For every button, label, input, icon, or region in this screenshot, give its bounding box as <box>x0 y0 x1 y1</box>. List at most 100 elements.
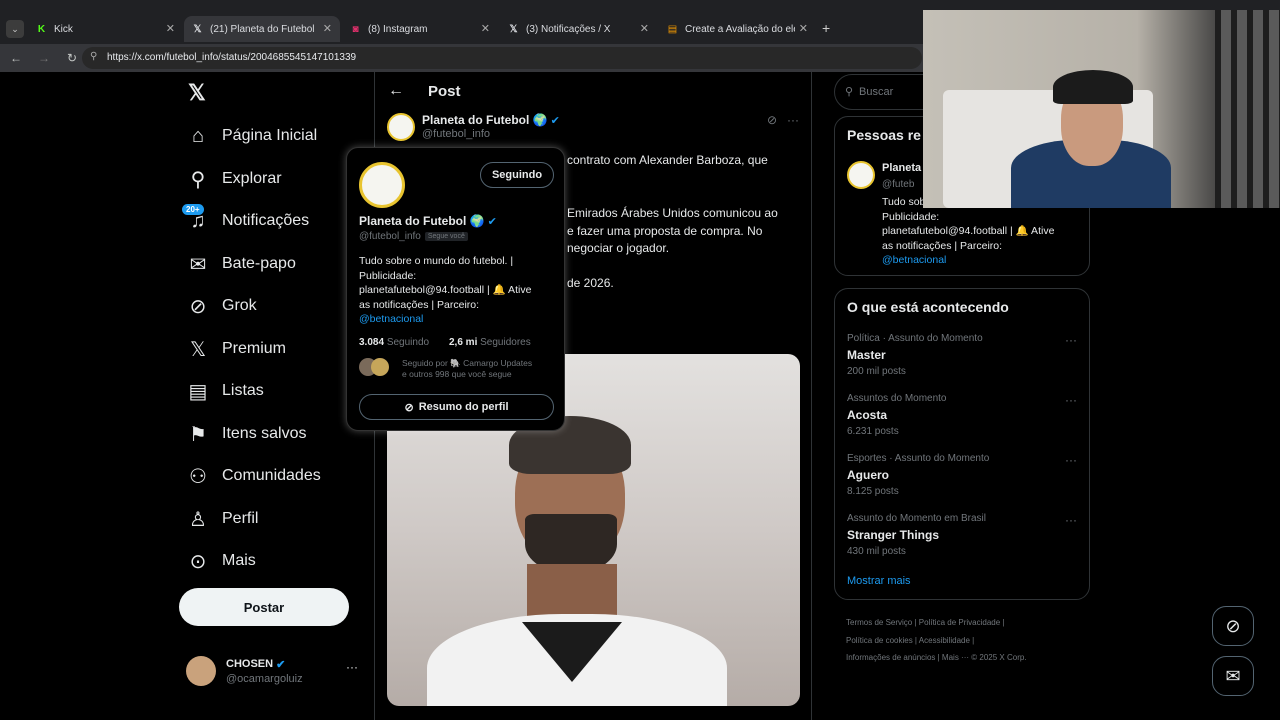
followed-by-line: Seguido por 🐘 Camargo Updates <box>402 358 533 368</box>
grok-fab-button[interactable]: ⊘ <box>1212 606 1254 646</box>
post-text-line: negociar o jogador. <box>567 241 670 255</box>
footer-link[interactable]: Política de Privacidade <box>919 618 1000 627</box>
more-dots-icon[interactable]: ··· <box>1065 393 1077 407</box>
following-button[interactable]: Seguindo <box>480 162 554 188</box>
back-arrow-icon[interactable]: ← <box>388 82 404 100</box>
window <box>1215 10 1280 208</box>
grok-icon[interactable]: ⊘ <box>767 113 777 127</box>
sidebar-item-communities[interactable]: ⚇ Comunidades <box>186 460 321 492</box>
close-tab-icon[interactable]: ✕ <box>166 22 175 35</box>
copyright: © 2025 X Corp. <box>971 653 1027 662</box>
sidebar-item-grok[interactable]: ⊘ Grok <box>186 290 257 322</box>
author-handle[interactable]: @futebol_info <box>422 128 490 140</box>
tab-kick[interactable]: K Kick ✕ <box>28 16 183 42</box>
sidebar-item-more[interactable]: ⊙ Mais <box>186 545 256 577</box>
verified-badge-icon: ✔ <box>550 114 560 127</box>
person-handle: @futeb <box>882 179 915 190</box>
sidebar-item-chat[interactable]: ✉ Bate-papo <box>186 248 296 280</box>
back-icon[interactable]: ← <box>4 51 28 65</box>
hovercard-name[interactable]: Planeta do Futebol 🌍 <box>359 214 485 228</box>
mail-icon: ✉ <box>189 253 207 276</box>
profile-summary-button[interactable]: ⊘ Resumo do perfil <box>359 394 554 420</box>
site-info-icon[interactable]: ⚲ <box>90 51 97 62</box>
post-button[interactable]: Postar <box>179 588 349 626</box>
sidebar-item-premium[interactable]: 𝕏 Premium <box>186 333 286 365</box>
trend-item[interactable]: Assunto do Momento em Brasil Stranger Thi… <box>835 513 1089 573</box>
trend-category: Política · Assunto do Momento <box>847 333 983 344</box>
more-dots-icon[interactable]: ··· <box>346 660 358 674</box>
tab-list-button[interactable]: ⌄ <box>6 20 24 38</box>
footer-link[interactable]: Política de cookies <box>846 636 913 645</box>
tab-notificacoes[interactable]: 𝕏 (3) Notificações / X ✕ <box>500 16 657 42</box>
avatar[interactable] <box>847 161 875 189</box>
tab-avaliacao[interactable]: ▤ Create a Avaliação do elenco d ✕ <box>659 16 816 42</box>
sidebar-item-notifications[interactable]: ♫ 20+ Notificações <box>182 203 309 237</box>
bio-line: Publicidade: <box>882 210 940 223</box>
verified-badge-icon: ✔ <box>487 215 497 228</box>
messages-fab-button[interactable]: ✉ <box>1212 656 1254 696</box>
close-tab-icon[interactable]: ✕ <box>799 22 808 35</box>
sidebar-item-bookmarks[interactable]: ⚑ Itens salvos <box>186 418 306 450</box>
close-tab-icon[interactable]: ✕ <box>640 22 649 35</box>
show-more-link[interactable]: Mostrar mais <box>847 575 911 587</box>
bio-link[interactable]: @betnacional <box>359 312 559 327</box>
trend-item[interactable]: Assuntos do Momento Acosta 6.231 posts ··· <box>835 393 1089 453</box>
summary-label: Resumo do perfil <box>418 401 509 413</box>
close-tab-icon[interactable]: ✕ <box>323 22 332 35</box>
sidebar-item-home[interactable]: ⌂ Página Inicial <box>186 120 317 152</box>
footer-link[interactable]: Termos de Serviço <box>846 618 912 627</box>
hovercard-handle[interactable]: @futebol_info <box>359 231 421 242</box>
sidebar-item-label: Explorar <box>222 170 282 187</box>
bio-link[interactable]: @betnacional <box>882 253 1054 268</box>
post-text-line: e fazer uma proposta de compra. No <box>567 223 763 238</box>
more-dots-icon[interactable]: ··· <box>1065 513 1077 527</box>
tab-title: (3) Notificações / X <box>526 23 611 35</box>
reload-icon[interactable]: ↻ <box>60 51 84 65</box>
tab-instagram[interactable]: ◙ (8) Instagram ✕ <box>342 16 498 42</box>
sidebar-item-explore[interactable]: ⚲ Explorar <box>186 163 282 195</box>
person-name[interactable]: Planeta <box>882 162 921 174</box>
author-avatar[interactable] <box>387 113 415 141</box>
trend-item[interactable]: Política · Assunto do Momento Master 200 m… <box>835 333 1089 393</box>
hovercard-avatar[interactable] <box>359 162 405 208</box>
author-name[interactable]: Planeta do Futebol 🌍 <box>422 113 548 127</box>
more-dots-icon[interactable]: ··· <box>1065 333 1077 347</box>
post-text: contrato com Alexander Barboza, que <box>567 152 768 169</box>
follows-you-badge: Segue você <box>424 232 468 241</box>
trend-count: 6.231 posts <box>847 426 899 437</box>
tab-title: Create a Avaliação do elenco d <box>685 23 795 35</box>
new-tab-icon[interactable]: + <box>822 20 830 36</box>
mutual-avatars <box>359 358 393 376</box>
tab-planeta[interactable]: 𝕏 (21) Planeta do Futebol 🌍 no X ✕ <box>184 16 340 42</box>
x-logo-icon[interactable]: 𝕏 <box>188 80 206 106</box>
tab-title: (8) Instagram <box>368 23 428 35</box>
sidebar-item-label: Bate-papo <box>222 255 296 272</box>
following-count[interactable]: 3.084 <box>359 337 384 348</box>
trend-name: Acosta <box>847 408 888 422</box>
avatar <box>186 656 216 686</box>
sidebar-item-label: Mais <box>222 552 256 569</box>
forward-icon[interactable]: → <box>32 51 56 65</box>
close-tab-icon[interactable]: ✕ <box>481 22 490 35</box>
footer-link[interactable]: Mais ··· <box>942 653 969 662</box>
person-icon: ♙ <box>189 508 207 531</box>
account-switcher[interactable]: CHOSEN ✔ @ocamargoluiz ··· <box>186 656 358 686</box>
sidebar-item-profile[interactable]: ♙ Perfil <box>186 503 258 535</box>
followed-by-line: e outros 998 que você segue <box>402 369 512 379</box>
doc-icon: ▤ <box>667 23 678 35</box>
more-dots-icon[interactable]: ··· <box>787 113 799 127</box>
trend-item[interactable]: Esportes · Assunto do Momento Aguero 8.125… <box>835 453 1089 513</box>
footer-link[interactable]: Acessibilidade <box>919 636 970 645</box>
sidebar-item-lists[interactable]: ▤ Listas <box>186 375 264 407</box>
hovercard-bio: Tudo sobre o mundo do futebol. | Publici… <box>359 254 559 327</box>
footer-link[interactable]: Informações de anúncios <box>846 653 935 662</box>
x-icon: 𝕏 <box>193 23 202 35</box>
url-field[interactable]: ⚲ https://x.com/futebol_info/status/2004… <box>82 47 922 69</box>
search-placeholder: Buscar <box>859 86 894 98</box>
trend-count: 430 mil posts <box>847 546 906 557</box>
kick-icon: K <box>37 23 46 35</box>
sidebar-item-label: Comunidades <box>222 467 321 484</box>
followers-count[interactable]: 2,6 mi <box>449 337 477 348</box>
more-dots-icon[interactable]: ··· <box>1065 453 1077 467</box>
trend-category: Esportes · Assunto do Momento <box>847 453 990 464</box>
